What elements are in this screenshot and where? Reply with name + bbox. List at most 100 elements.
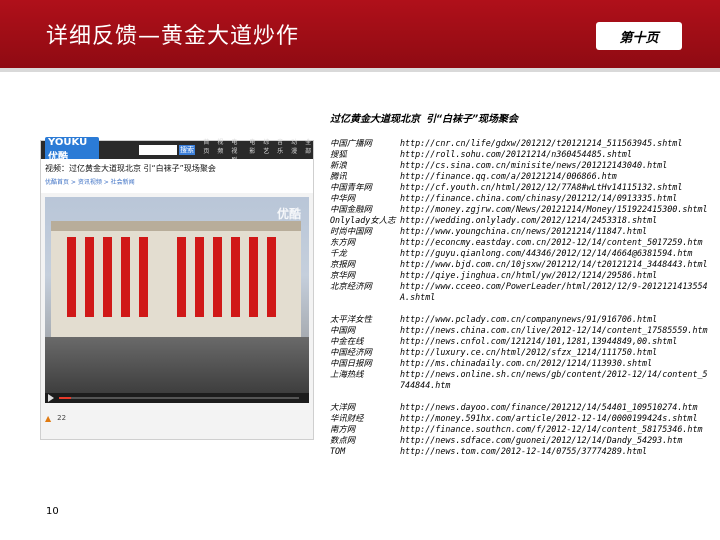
link-row: 中金在线 http://news.cnfol.com/121214/101,128… [330, 336, 710, 347]
video-player[interactable]: 优酷 [45, 197, 309, 393]
link-row: 千龙 http://guyu.qianlong.com/44346/2012/12… [330, 248, 710, 259]
article-link[interactable]: http://money.zgjrw.com/News/20121214/Mon… [400, 204, 708, 215]
media-name: 新浪 [330, 160, 347, 170]
article-link[interactable]: http://news.online.sh.cn/news/gb/content… [400, 369, 710, 391]
player-controls[interactable] [45, 393, 309, 403]
media-name: 南方网 [330, 424, 356, 434]
article-link[interactable]: http://news.sdface.com/guonei/2012/12/14… [400, 435, 682, 446]
media-name: 中国经济网 [330, 347, 372, 357]
media-name: 数点网 [330, 435, 356, 445]
media-link-list: 中国广播网 http://cnr.cn/life/gdxw/201212/t201… [330, 138, 710, 457]
link-row: 中国日报网 http://ms.chinadaily.com.cn/2012/12… [330, 358, 710, 369]
media-name: 东方网 [330, 237, 356, 247]
red-banner [103, 237, 112, 317]
media-name: Onlylady女人志 [330, 215, 396, 225]
link-row: 东方网 http://econcmy.eastday.com.cn/2012-12… [330, 237, 710, 248]
media-name: 中国金融网 [330, 204, 372, 214]
red-banner [231, 237, 240, 317]
media-name: 搜狐 [330, 149, 347, 159]
site-topbar: YOUKU 优酷 搜索 首页视频电视剧电影综艺音乐动漫全部 [41, 137, 313, 164]
media-name: 京华网 [330, 270, 356, 280]
media-name: 中金在线 [330, 336, 364, 346]
article-link[interactable]: http://finance.southcn.com/f/2012-12/14/… [400, 424, 703, 435]
media-name: 中国广播网 [330, 138, 372, 148]
video-title: 视频：过亿黄金大道现北京 引“白袜子”现场聚会 [45, 164, 216, 173]
red-banner [195, 237, 204, 317]
vote-count: 22 [57, 414, 67, 422]
search-button[interactable]: 搜索 [178, 145, 196, 155]
article-link[interactable]: http://cf.youth.cn/html/2012/12/77A8#wLt… [400, 182, 682, 193]
link-row: 华讯财经 http://money.591hx.com/article/2012-… [330, 413, 710, 424]
media-name: 中国青年网 [330, 182, 372, 192]
crowd-image [45, 337, 309, 393]
play-icon[interactable] [48, 394, 54, 402]
link-row: 上海热线 http://news.online.sh.cn/news/gb/con… [330, 369, 710, 391]
article-link[interactable]: http://news.dayoo.com/finance/201212/14/… [400, 402, 698, 413]
media-name: 京报网 [330, 259, 356, 269]
article-link[interactable]: http://econcmy.eastday.com.cn/2012-12/14… [400, 237, 703, 248]
media-name: 中国网 [330, 325, 356, 335]
link-row: 大洋网 http://news.dayoo.com/finance/201212/… [330, 402, 710, 413]
link-row: 京华网 http://qiye.jinghua.cn/html/yw/2012/1… [330, 270, 710, 281]
progress-bar[interactable] [59, 397, 299, 399]
media-name: 中国日报网 [330, 358, 372, 368]
link-row: 北京经济网 http://www.cceeo.com/PowerLeader/ht… [330, 281, 710, 303]
article-link[interactable]: http://www.youngchina.cn/news/20121214/1… [400, 226, 647, 237]
link-row: 太平洋女性 http://www.pclady.com.cn/companynew… [330, 314, 710, 325]
red-banner [249, 237, 258, 317]
media-name: TOM [330, 446, 346, 456]
article-link[interactable]: http://roll.sohu.com/20121214/n360454485… [400, 149, 632, 160]
article-link[interactable]: http://wedding.onlylady.com/2012/1214/24… [400, 215, 657, 226]
link-row: 新浪 http://cs.sina.com.cn/minisite/news/20… [330, 160, 710, 171]
article-link[interactable]: http://www.bjd.com.cn/10jsxw/201212/14/t… [400, 259, 708, 270]
link-row: Onlylady女人志 http://wedding.onlylady.com/2… [330, 215, 710, 226]
article-link[interactable]: http://news.china.com.cn/live/2012-12/14… [400, 325, 708, 336]
progress-fill [59, 397, 71, 399]
red-banner [121, 237, 130, 317]
page-label-badge: 第十页 [596, 22, 682, 50]
breadcrumb[interactable]: 优酷首页 > 资讯视频 > 社会新闻 [45, 177, 135, 186]
thumbs-up-icon[interactable]: ▲ [45, 414, 51, 423]
media-name: 腾讯 [330, 171, 347, 181]
header-divider [0, 68, 720, 72]
red-banner [85, 237, 94, 317]
article-link[interactable]: http://ms.chinadaily.com.cn/2012/1214/11… [400, 358, 652, 369]
article-link[interactable]: http://cs.sina.com.cn/minisite/news/2012… [400, 160, 667, 171]
red-banner [213, 237, 222, 317]
link-row: 南方网 http://finance.southcn.com/f/2012-12/… [330, 424, 710, 435]
red-banner [267, 237, 276, 317]
article-link[interactable]: http://cnr.cn/life/gdxw/201212/t20121214… [400, 138, 682, 149]
link-row: 数点网 http://news.sdface.com/guonei/2012/12… [330, 435, 710, 446]
article-link[interactable]: http://www.pclady.com.cn/companynews/91/… [400, 314, 657, 325]
article-link[interactable]: http://qiye.jinghua.cn/html/yw/2012/1214… [400, 270, 657, 281]
slide-title: 详细反馈—黄金大道炒作 [46, 24, 300, 49]
link-row: 搜狐 http://roll.sohu.com/20121214/n3604544… [330, 149, 710, 160]
article-link[interactable]: http://guyu.qianlong.com/44346/2012/12/1… [400, 248, 692, 259]
article-link[interactable]: http://luxury.ce.cn/html/2012/sfzx_1214/… [400, 347, 657, 358]
article-link[interactable]: http://www.cceeo.com/PowerLeader/html/20… [400, 281, 710, 303]
link-row: 时尚中国网 http://www.youngchina.cn/news/20121… [330, 226, 710, 237]
video-footer: ▲ 22 [45, 411, 309, 425]
red-banner [139, 237, 148, 317]
media-name: 太平洋女性 [330, 314, 372, 324]
link-row: 中国广播网 http://cnr.cn/life/gdxw/201212/t201… [330, 138, 710, 149]
media-name: 千龙 [330, 248, 347, 258]
article-link[interactable]: http://money.591hx.com/article/2012-12-1… [400, 413, 698, 424]
media-name: 上海热线 [330, 369, 364, 379]
search-input[interactable] [138, 145, 177, 155]
red-banner [177, 237, 186, 317]
link-row: 腾讯 http://finance.qq.com/a/20121214/00686… [330, 171, 710, 182]
article-link[interactable]: http://news.cnfol.com/121214/101,1281,13… [400, 336, 677, 347]
link-row: 京报网 http://www.bjd.com.cn/10jsxw/201212/1… [330, 259, 710, 270]
article-link[interactable]: http://news.tom.com/2012-12-14/0755/3777… [400, 446, 647, 457]
article-link[interactable]: http://finance.qq.com/a/20121214/006866.… [400, 171, 617, 182]
video-page-screenshot: YOUKU 优酷 搜索 首页视频电视剧电影综艺音乐动漫全部 视频：过亿黄金大道现… [40, 137, 314, 440]
media-name: 大洋网 [330, 402, 356, 412]
media-name: 时尚中国网 [330, 226, 372, 236]
video-info: 视频：过亿黄金大道现北京 引“白袜子”现场聚会 优酷首页 > 资讯视频 > 社会… [41, 159, 313, 193]
link-row: 中国网 http://news.china.com.cn/live/2012-12… [330, 325, 710, 336]
article-link[interactable]: http://finance.china.com/chinasy/201212/… [400, 193, 677, 204]
media-name: 中华网 [330, 193, 356, 203]
